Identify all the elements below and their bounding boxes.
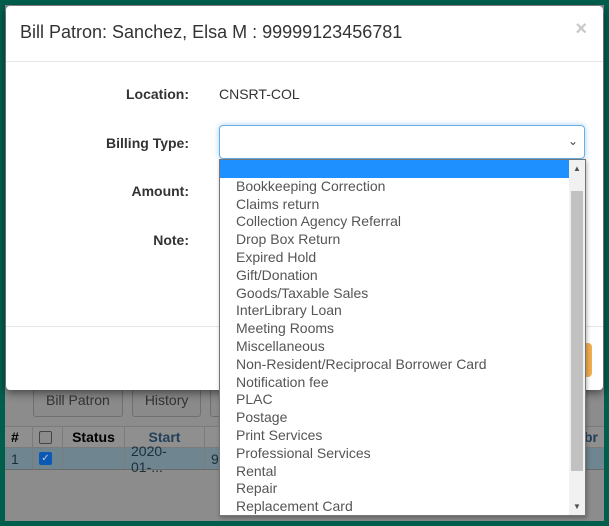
col-status[interactable]: Status bbox=[63, 427, 125, 447]
dropdown-option[interactable]: Professional Services bbox=[220, 445, 570, 463]
scroll-up-icon[interactable]: ▲ bbox=[569, 160, 585, 177]
row-status bbox=[63, 448, 125, 469]
dropdown-option[interactable]: Miscellaneous bbox=[220, 338, 570, 356]
dropdown-option[interactable]: Postage bbox=[220, 409, 570, 427]
dropdown-option[interactable]: Meeting Rooms bbox=[220, 320, 570, 338]
col-number: # bbox=[5, 427, 33, 447]
modal-title: Bill Patron: Sanchez, Elsa M : 999991234… bbox=[20, 22, 403, 42]
dropdown-option[interactable]: Repair bbox=[220, 480, 570, 498]
dropdown-option[interactable]: Bookkeeping Correction bbox=[220, 178, 570, 196]
billing-type-label: Billing Type: bbox=[106, 135, 189, 151]
amount-label: Amount: bbox=[131, 183, 189, 199]
row-number: 1 bbox=[5, 448, 33, 469]
dropdown-scrollbar[interactable]: ▲ ▼ bbox=[569, 160, 585, 515]
dropdown-option[interactable]: Collection Agency Referral bbox=[220, 213, 570, 231]
note-label: Note: bbox=[153, 232, 189, 248]
row-checkbox[interactable]: ✓ bbox=[39, 452, 52, 465]
billing-type-dropdown[interactable]: Bookkeeping Correction Claims return Colle… bbox=[219, 159, 586, 516]
location-label: Location: bbox=[126, 86, 189, 102]
dropdown-option[interactable]: Non-Resident/Reciprocal Borrower Card bbox=[220, 356, 570, 374]
row-start: 2020-01-... bbox=[125, 443, 205, 475]
dropdown-option[interactable]: Replacement Card bbox=[220, 498, 570, 515]
location-value: CNSRT-COL bbox=[219, 86, 300, 102]
billing-type-select[interactable]: ⌄ bbox=[219, 125, 585, 159]
select-all-checkbox[interactable] bbox=[39, 430, 52, 444]
dropdown-option[interactable]: Gift/Donation bbox=[220, 267, 570, 285]
close-icon[interactable]: × bbox=[575, 18, 587, 41]
scroll-down-icon[interactable]: ▼ bbox=[569, 498, 585, 515]
dropdown-option[interactable]: PLAC bbox=[220, 391, 570, 409]
dropdown-option[interactable] bbox=[220, 160, 570, 178]
scrollbar-thumb[interactable] bbox=[571, 191, 583, 471]
chevron-down-icon: ⌄ bbox=[567, 134, 578, 148]
dropdown-option[interactable]: InterLibrary Loan bbox=[220, 302, 570, 320]
dropdown-option[interactable]: Notification fee bbox=[220, 374, 570, 392]
dropdown-option[interactable]: Drop Box Return bbox=[220, 231, 570, 249]
dropdown-option[interactable]: Claims return bbox=[220, 196, 570, 214]
row-select: ✓ bbox=[33, 448, 63, 469]
dropdown-option[interactable]: Rental bbox=[220, 463, 570, 481]
dropdown-option[interactable]: Print Services bbox=[220, 427, 570, 445]
dropdown-option[interactable]: Goods/Taxable Sales bbox=[220, 285, 570, 303]
col-select bbox=[33, 427, 63, 447]
dropdown-option[interactable]: Expired Hold bbox=[220, 249, 570, 267]
